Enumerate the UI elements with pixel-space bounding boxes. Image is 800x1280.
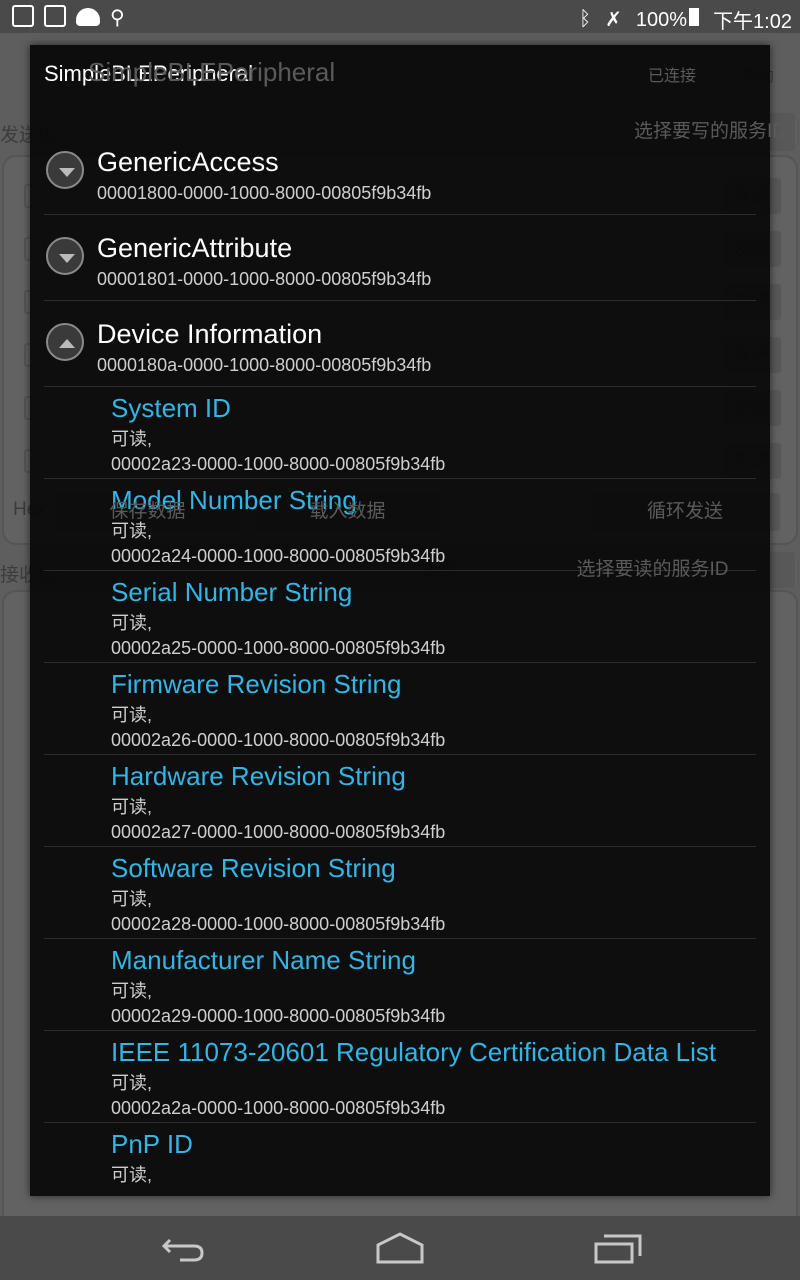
service-uuid: 00001801-0000-1000-8000-00805f9b34fb bbox=[97, 269, 432, 289]
characteristic-uuid: 00002a28-0000-1000-8000-00805f9b34fb bbox=[111, 914, 446, 934]
characteristic-uuid: 00002a29-0000-1000-8000-00805f9b34fb bbox=[111, 1006, 446, 1026]
characteristic-permission: 可读, bbox=[111, 1165, 153, 1185]
characteristic-permission: 可读, bbox=[111, 1073, 153, 1093]
status-bar: ⚲ ᛒ ✗ 100% 下午1:02 bbox=[0, 0, 800, 33]
service-dialog: SimpleBLEPeripheral GenericAccess 000018… bbox=[30, 45, 770, 1196]
recent-apps-icon[interactable] bbox=[594, 1232, 642, 1264]
service-item[interactable]: Device Information 0000180a-0000-1000-80… bbox=[44, 301, 756, 387]
characteristic-uuid: 00002a24-0000-1000-8000-00805f9b34fb bbox=[111, 546, 446, 566]
clock: 下午1:02 bbox=[713, 11, 792, 33]
expand-icon[interactable] bbox=[46, 237, 84, 275]
home-icon[interactable] bbox=[376, 1232, 424, 1264]
back-icon[interactable] bbox=[160, 1232, 208, 1264]
characteristic-name: Manufacturer Name String bbox=[111, 945, 416, 975]
characteristic-name: Serial Number String bbox=[111, 577, 353, 607]
service-name: GenericAccess bbox=[97, 147, 279, 177]
service-item[interactable]: GenericAttribute 00001801-0000-1000-8000… bbox=[44, 215, 756, 301]
collapse-icon[interactable] bbox=[46, 323, 84, 361]
characteristic-permission: 可读, bbox=[111, 705, 153, 725]
characteristic-permission: 可读, bbox=[111, 521, 153, 541]
characteristic-item[interactable]: Software Revision String 可读, 00002a28-00… bbox=[44, 847, 756, 939]
characteristic-item[interactable]: Serial Number String 可读, 00002a25-0000-1… bbox=[44, 571, 756, 663]
service-item[interactable]: GenericAccess 00001800-0000-1000-8000-00… bbox=[44, 129, 756, 215]
dialog-title: SimpleBLEPeripheral bbox=[44, 61, 254, 86]
characteristic-permission: 可读, bbox=[111, 613, 153, 633]
characteristic-uuid: 00002a26-0000-1000-8000-00805f9b34fb bbox=[111, 730, 446, 750]
characteristic-uuid: 00002a25-0000-1000-8000-00805f9b34fb bbox=[111, 638, 446, 658]
battery-level: 100% bbox=[635, 8, 688, 31]
notification-icon bbox=[12, 5, 34, 27]
characteristic-item[interactable]: Manufacturer Name String 可读, 00002a29-00… bbox=[44, 939, 756, 1031]
characteristic-permission: 可读, bbox=[111, 429, 153, 449]
expand-icon[interactable] bbox=[46, 151, 84, 189]
characteristic-name: PnP ID bbox=[111, 1129, 193, 1159]
usb-icon: ⚲ bbox=[110, 7, 125, 29]
characteristic-name: System ID bbox=[111, 393, 231, 423]
bluetooth-icon: ᛒ bbox=[579, 8, 592, 30]
characteristic-name: Hardware Revision String bbox=[111, 761, 406, 791]
service-name: GenericAttribute bbox=[97, 233, 293, 263]
service-list[interactable]: GenericAccess 00001800-0000-1000-8000-00… bbox=[44, 129, 756, 1196]
characteristic-permission: 可读, bbox=[111, 889, 153, 909]
characteristic-permission: 可读, bbox=[111, 797, 153, 817]
battery-icon bbox=[689, 7, 700, 26]
mute-icon: ✗ bbox=[605, 9, 622, 31]
service-uuid: 0000180a-0000-1000-8000-00805f9b34fb bbox=[97, 355, 432, 375]
characteristic-item[interactable]: Hardware Revision String 可读, 00002a27-00… bbox=[44, 755, 756, 847]
image-icon bbox=[44, 5, 66, 27]
characteristic-name: Software Revision String bbox=[111, 853, 396, 883]
characteristic-name: Firmware Revision String bbox=[111, 669, 402, 699]
service-name: Device Information bbox=[97, 319, 323, 349]
characteristic-item[interactable]: Firmware Revision String 可读, 00002a26-00… bbox=[44, 663, 756, 755]
characteristic-item[interactable]: IEEE 11073-20601 Regulatory Certificatio… bbox=[44, 1031, 756, 1123]
characteristic-item[interactable]: Model Number String 可读, 00002a24-0000-10… bbox=[44, 479, 756, 571]
navigation-bar bbox=[0, 1216, 800, 1280]
service-uuid: 00001800-0000-1000-8000-00805f9b34fb bbox=[97, 183, 432, 203]
characteristic-name: IEEE 11073-20601 Regulatory Certificatio… bbox=[111, 1037, 717, 1067]
characteristic-uuid: 00002a2a-0000-1000-8000-00805f9b34fb bbox=[111, 1098, 446, 1118]
characteristic-uuid: 00002a27-0000-1000-8000-00805f9b34fb bbox=[111, 822, 446, 842]
characteristic-item[interactable]: PnP ID 可读, bbox=[44, 1123, 756, 1196]
characteristic-name: Model Number String bbox=[111, 485, 357, 515]
characteristic-uuid: 00002a23-0000-1000-8000-00805f9b34fb bbox=[111, 454, 446, 474]
characteristic-permission: 可读, bbox=[111, 981, 153, 1001]
characteristic-item[interactable]: System ID 可读, 00002a23-0000-1000-8000-00… bbox=[44, 387, 756, 479]
android-icon bbox=[76, 8, 100, 26]
